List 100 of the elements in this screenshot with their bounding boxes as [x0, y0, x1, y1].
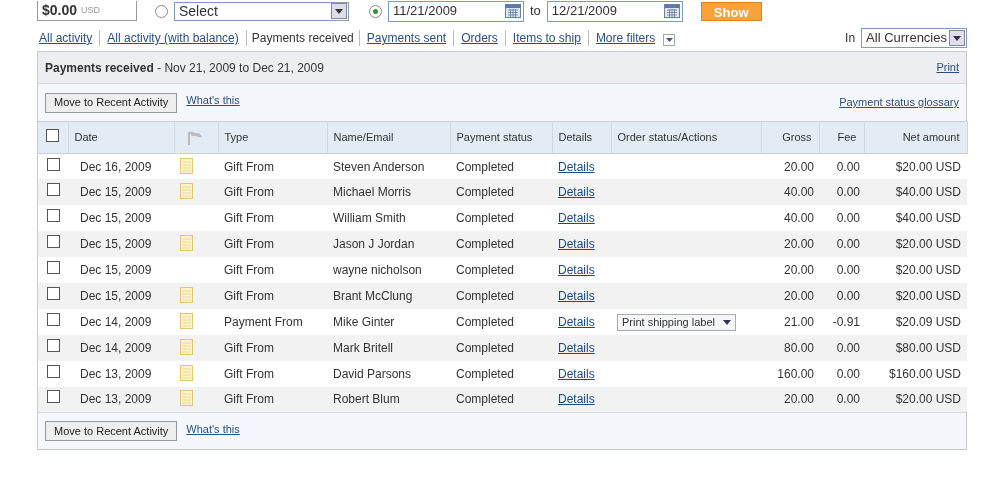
- gross-cell: 20.00: [761, 153, 819, 180]
- net-amount-cell: $20.00 USD: [864, 231, 967, 258]
- status-cell: Completed: [450, 282, 552, 309]
- gross-cell: 21.00: [761, 308, 819, 335]
- filter-tab[interactable]: More filters: [593, 29, 658, 47]
- row-checkbox[interactable]: [46, 128, 60, 142]
- row-checkbox[interactable]: [46, 183, 60, 197]
- whats-this-link[interactable]: What's this: [186, 92, 240, 109]
- net-amount-cell: $20.09 USD: [864, 308, 967, 335]
- gross-cell: 40.00: [761, 205, 819, 232]
- row-checkbox[interactable]: [46, 364, 60, 378]
- payment-status-glossary-link[interactable]: Payment status glossary: [839, 94, 959, 111]
- currency-label: In: [845, 30, 856, 47]
- name-cell: Mike Ginter: [327, 308, 450, 335]
- row-checkbox[interactable]: [46, 390, 60, 404]
- row-checkbox[interactable]: [46, 338, 60, 352]
- start-date-field[interactable]: 11/21/2009: [388, 0, 524, 22]
- column-header: Fee: [819, 121, 864, 154]
- date-cell: Dec 15, 2009: [68, 257, 174, 283]
- select-dropdown[interactable]: Select: [174, 1, 349, 21]
- status-cell: Completed: [450, 231, 552, 258]
- filter-tab[interactable]: All activity: [37, 29, 95, 47]
- date-cell: Dec 14, 2009: [68, 308, 174, 335]
- gross-cell: 20.00: [761, 282, 819, 309]
- column-header: Name/Email: [327, 121, 450, 154]
- to-label: to: [530, 2, 541, 21]
- status-cell: Completed: [450, 360, 552, 387]
- type-cell: Gift From: [218, 282, 327, 309]
- fee-cell: 0.00: [819, 282, 864, 309]
- shipping-label-dropdown[interactable]: Print shipping label: [617, 313, 736, 331]
- details-link[interactable]: Details: [558, 185, 595, 200]
- filter-tab[interactable]: Items to ship: [510, 29, 583, 47]
- column-header: Net amount: [864, 121, 967, 154]
- date-cell: Dec 13, 2009: [68, 360, 174, 387]
- filter-tab[interactable]: Payments sent: [364, 29, 449, 47]
- type-cell: Gift From: [218, 386, 327, 413]
- net-amount-cell: $20.00 USD: [864, 153, 967, 180]
- details-link[interactable]: Details: [558, 237, 595, 252]
- name-cell: Brant McClung: [327, 282, 450, 309]
- net-amount-cell: $20.00 USD: [864, 282, 967, 309]
- column-header: Date: [68, 121, 174, 154]
- filter-tab[interactable]: All activity (with balance): [105, 29, 241, 47]
- details-link[interactable]: Details: [558, 392, 595, 407]
- print-link[interactable]: Print: [936, 59, 959, 76]
- fee-cell: 0.00: [819, 231, 864, 258]
- currency-dropdown[interactable]: All Currencies: [861, 28, 967, 48]
- gross-cell: 20.00: [761, 231, 819, 258]
- net-amount-cell: $160.00 USD: [864, 360, 967, 387]
- name-cell: William Smith: [327, 205, 450, 232]
- name-cell: Jason J Jordan: [327, 231, 450, 258]
- date-cell: Dec 13, 2009: [68, 386, 174, 413]
- status-cell: Completed: [450, 334, 552, 361]
- details-link[interactable]: Details: [558, 288, 595, 303]
- type-cell: Gift From: [218, 360, 327, 387]
- details-link[interactable]: Details: [558, 366, 595, 381]
- details-link[interactable]: Details: [558, 263, 595, 277]
- date-cell: Dec 15, 2009: [68, 205, 174, 232]
- row-checkbox[interactable]: [46, 286, 60, 300]
- row-checkbox[interactable]: [46, 261, 60, 274]
- column-header: Payment status: [450, 121, 552, 154]
- status-cell: Completed: [450, 308, 552, 335]
- details-link[interactable]: Details: [558, 159, 595, 174]
- type-cell: Gift From: [218, 231, 327, 258]
- fee-cell: 0.00: [819, 257, 864, 283]
- fee-cell: 0.00: [819, 205, 864, 232]
- fee-cell: 0.00: [819, 179, 864, 206]
- whats-this-link[interactable]: What's this: [186, 421, 240, 438]
- status-cell: Completed: [450, 179, 552, 206]
- calendar-icon[interactable]: [505, 4, 521, 18]
- row-checkbox[interactable]: [46, 312, 60, 326]
- end-date-field[interactable]: 12/21/2009: [546, 0, 683, 22]
- radio-button[interactable]: [155, 4, 168, 18]
- row-checkbox[interactable]: [46, 235, 60, 249]
- move-to-recent-activity-button[interactable]: Move to Recent Activity: [45, 92, 178, 113]
- row-checkbox[interactable]: [46, 209, 60, 223]
- name-cell: David Parsons: [327, 360, 450, 387]
- filter-tab[interactable]: Orders: [459, 29, 500, 47]
- details-link[interactable]: Details: [558, 211, 595, 226]
- filter-tab[interactable]: Payments received: [251, 29, 354, 47]
- radio-button[interactable]: [369, 4, 382, 18]
- gross-cell: 160.00: [761, 360, 819, 387]
- column-header: Order status/Actions: [611, 121, 761, 154]
- column-header: Type: [218, 121, 327, 154]
- fee-cell: -0.91: [819, 308, 864, 335]
- amount-field[interactable]: $0.00 USD: [37, 1, 137, 21]
- details-link[interactable]: Details: [558, 340, 595, 355]
- status-cell: Completed: [450, 386, 552, 413]
- row-checkbox[interactable]: [46, 157, 60, 171]
- net-amount-cell: $40.00 USD: [864, 179, 967, 206]
- calendar-icon[interactable]: [663, 4, 680, 18]
- net-amount-cell: $20.00 USD: [864, 386, 967, 413]
- status-cell: Completed: [450, 257, 552, 283]
- caret-icon: [722, 319, 731, 325]
- move-to-recent-activity-button[interactable]: Move to Recent Activity: [45, 421, 178, 442]
- type-cell: Payment From: [218, 308, 327, 335]
- caret-icon[interactable]: [663, 34, 676, 46]
- panel-title: Payments received - Nov 21, 2009 to Dec 21, 2009: [45, 59, 324, 77]
- name-cell: Steven Anderson: [327, 153, 450, 180]
- details-link[interactable]: Details: [558, 314, 595, 329]
- status-cell: Completed: [450, 153, 552, 180]
